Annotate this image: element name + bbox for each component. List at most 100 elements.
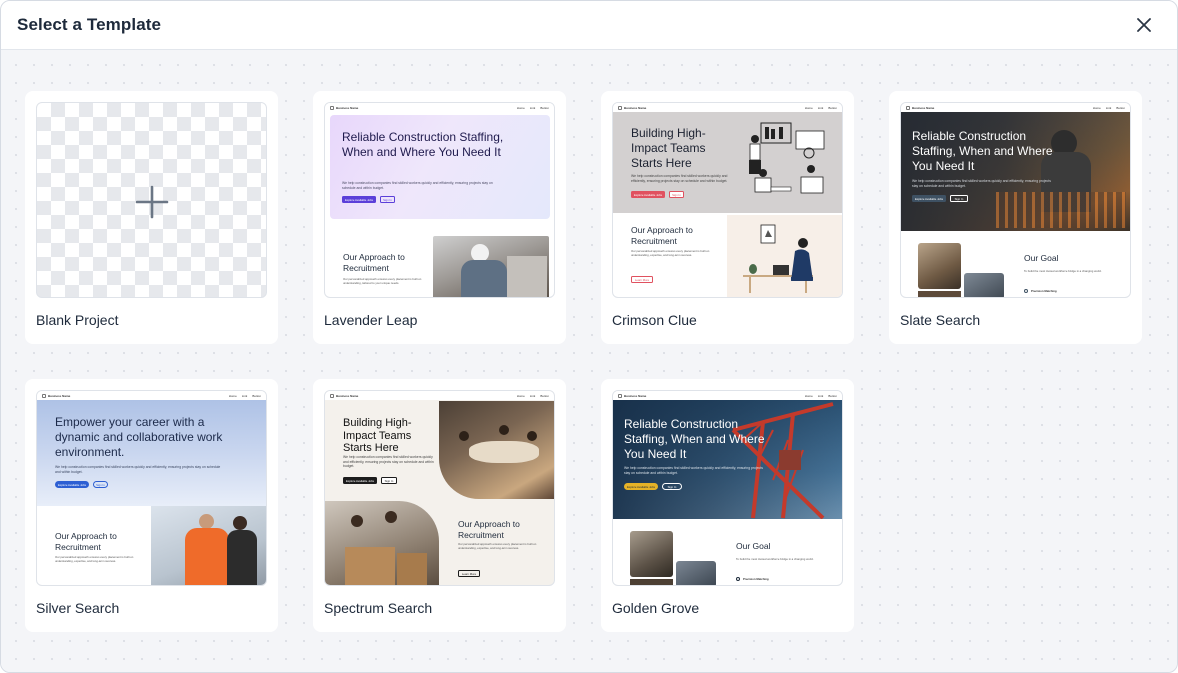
hero-subtitle: We help construction companies find skil… [55, 465, 221, 474]
template-thumbnail: Business Name Home Link Button Reliable Co… [324, 102, 555, 298]
select-template-dialog: Select a Template Blank Project Business… [0, 0, 1178, 673]
template-card-golden-grove[interactable]: Business Name Home Link Button Reliable Co… [601, 379, 854, 632]
template-name: Golden Grove [612, 600, 700, 616]
plus-icon [135, 185, 169, 219]
secondary-cta: Sign In [380, 196, 395, 203]
hero-title: Building High-Impact Teams Starts Here [631, 126, 706, 170]
template-card-lavender-leap[interactable]: Business Name Home Link Button Reliable Co… [313, 91, 566, 344]
section-title: Our Approach to Recruitment [55, 531, 117, 552]
check-icon [1024, 289, 1028, 293]
dialog-header: Select a Template [1, 1, 1177, 50]
mini-navbar: Business Name Home Link Button [325, 391, 554, 400]
hero-subtitle: We help construction companies find skil… [624, 466, 763, 475]
handshake-photo [964, 273, 1004, 297]
close-button[interactable] [1131, 12, 1157, 38]
template-card-blank-project[interactable]: Blank Project [25, 91, 278, 344]
hero-title: Building High-Impact Teams Starts Here [343, 417, 412, 454]
template-card-spectrum-search[interactable]: Business Name Home Link Button Building Hi… [313, 379, 566, 632]
mini-navbar: Business Name Home Link Button [901, 103, 1130, 112]
mini-nav-link: Link [241, 393, 248, 398]
mini-nav-link: Link [529, 393, 536, 398]
template-name: Slate Search [900, 312, 981, 328]
section-title: Our Approach to Recruitment [631, 225, 693, 246]
mini-brand-name: Business Name [336, 105, 359, 110]
logo-icon [906, 105, 910, 110]
section-cta: Learn More [631, 276, 653, 283]
template-name: Spectrum Search [324, 600, 433, 616]
close-icon [1137, 18, 1151, 32]
template-card-silver-search[interactable]: Business Name Home Link Button Empower you… [25, 379, 278, 632]
meeting-photo [439, 401, 554, 499]
template-card-crimson-clue[interactable]: Business Name Home Link Button Building Hi… [601, 91, 854, 344]
mini-brand-name: Business Name [624, 393, 647, 398]
template-card-slate-search[interactable]: Business Name Home Link Button Reliable Co… [889, 91, 1142, 344]
primary-cta: Explore Available Jobs [631, 191, 665, 198]
template-thumbnail: Business Name Home Link Button Building Hi… [324, 390, 555, 586]
primary-cta: Explore Available Jobs [624, 483, 658, 490]
mini-nav-link: Button [540, 105, 549, 110]
mini-nav-link: Home [804, 393, 813, 398]
section-body: Our personalized approach ensures every … [631, 249, 710, 257]
mini-nav-link: Button [252, 393, 261, 398]
template-thumbnail [36, 102, 267, 298]
mini-nav-link: Button [1116, 105, 1125, 110]
section-title: Our Goal [1024, 253, 1059, 263]
mini-brand-name: Business Name [48, 393, 71, 398]
section-title: Our Approach to Recruitment [458, 519, 520, 540]
primary-cta: Explore Available Jobs [55, 481, 89, 488]
hero-subtitle: We help construction companies find skil… [342, 181, 493, 190]
template-thumbnail: Business Name Home Link Button Building Hi… [612, 102, 843, 298]
template-name: Silver Search [36, 600, 120, 616]
boxes-photo [325, 501, 439, 585]
section-title: Our Goal [736, 541, 771, 551]
worker-photo [433, 236, 549, 297]
mini-nav-link: Home [516, 393, 525, 398]
mini-brand-name: Business Name [624, 105, 647, 110]
section-body: To build the most trusted workforce brid… [736, 557, 814, 561]
section-body: To build the most trusted workforce brid… [1024, 269, 1102, 273]
logo-icon [330, 105, 334, 110]
feature-title: Precision Matching [1031, 289, 1057, 293]
mini-nav-link: Home [228, 393, 237, 398]
template-thumbnail: Business Name Home Link Button Reliable Co… [900, 102, 1131, 298]
mini-nav-link: Link [817, 393, 824, 398]
template-name: Crimson Clue [612, 312, 697, 328]
office-illustration [749, 122, 825, 194]
mini-navbar: Business Name Home Link Button [37, 391, 266, 400]
hero-subtitle: We help construction companies find skil… [343, 455, 434, 468]
logo-icon [330, 393, 334, 398]
secondary-cta: Sign In [381, 477, 397, 484]
section-title: Our Approach to Recruitment [343, 252, 405, 273]
section-body: Our personalized approach ensures every … [343, 277, 422, 285]
mini-nav-link: Link [817, 105, 824, 110]
handshake-photo [676, 561, 716, 585]
primary-cta: Explore Available Jobs [343, 477, 377, 484]
dialog-title: Select a Template [17, 15, 162, 34]
office-photo [630, 579, 673, 585]
secondary-cta: Sign In [93, 481, 108, 488]
feature-title: Precision Matching [743, 577, 769, 581]
mini-nav-link: Home [516, 105, 525, 110]
hero-subtitle: We help construction companies find skil… [912, 179, 1051, 188]
office-photo [918, 291, 961, 297]
template-name: Lavender Leap [324, 312, 418, 328]
mini-nav-link: Button [540, 393, 549, 398]
secondary-cta: Sign In [669, 191, 684, 198]
primary-cta: Explore Available Jobs [342, 196, 376, 203]
secondary-cta: Sign In [662, 483, 682, 490]
primary-cta: Explore Available Jobs [912, 195, 946, 202]
logo-icon [42, 393, 46, 398]
hero-title: Empower your career with a dynamic and c… [55, 415, 223, 459]
template-thumbnail: Business Name Home Link Button Empower you… [36, 390, 267, 586]
desk-illustration [743, 224, 813, 293]
team-photo [918, 243, 961, 289]
mini-brand-name: Business Name [912, 105, 935, 110]
section-body: Our personalized approach ensures every … [458, 542, 537, 550]
hero-subtitle: We help construction companies find skil… [631, 174, 728, 183]
mini-nav-link: Button [828, 105, 837, 110]
hero-title: Reliable Construction Staffing, When and… [342, 130, 504, 159]
section-cta: Learn More [458, 570, 480, 577]
hero-title: Reliable Construction Staffing, When and… [912, 129, 1053, 173]
mini-brand-name: Business Name [336, 393, 359, 398]
template-name: Blank Project [36, 312, 119, 328]
